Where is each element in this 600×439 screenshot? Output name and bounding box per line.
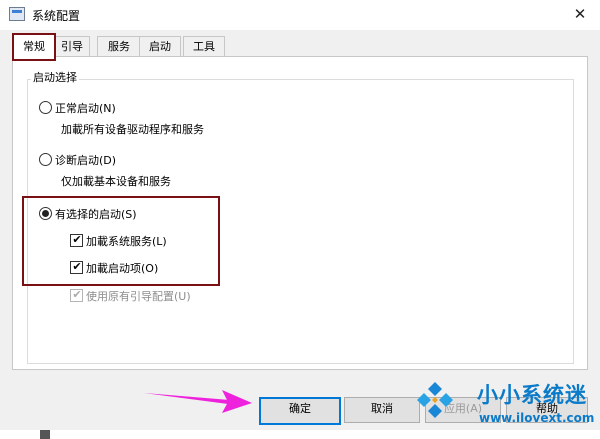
background-fragment [40, 430, 50, 439]
tab-general[interactable]: 常规 [12, 33, 56, 61]
cancel-button[interactable]: 取消 [344, 397, 420, 423]
system-config-window: 系统配置 ✕ 常规 引导 服务 启动 工具 启动选择 正常启动(N) 加載所有设… [0, 0, 600, 439]
diagnostic-startup-desc: 仅加載基本设备和服务 [61, 175, 171, 188]
app-icon [9, 7, 25, 21]
watermark-site-name: 小小系统迷 [477, 383, 587, 407]
background-strip [0, 430, 600, 439]
checkmark-icon: ✔ [72, 288, 82, 301]
close-button[interactable]: ✕ [566, 2, 594, 26]
radio-circle[interactable] [39, 101, 52, 114]
watermark-site-url: www.ilovext.com [479, 411, 595, 425]
window-title: 系统配置 [32, 9, 81, 23]
watermark-logo-icon [417, 382, 453, 418]
tab-services[interactable]: 服务 [97, 36, 141, 57]
radio-circle[interactable] [39, 153, 52, 166]
title-bar: 系统配置 ✕ [0, 0, 600, 30]
selective-startup-highlight-box [22, 196, 220, 286]
tab-tools[interactable]: 工具 [183, 36, 225, 57]
diagnostic-startup-label: 诊断启动(D) [55, 154, 117, 167]
tab-startup[interactable]: 启动 [139, 36, 181, 57]
tab-boot[interactable]: 引导 [54, 36, 90, 57]
checkbox-box-disabled: ✔ [70, 288, 83, 302]
normal-startup-label: 正常启动(N) [55, 102, 116, 115]
pointer-arrow-icon [144, 390, 252, 413]
ok-button[interactable]: 确定 [259, 397, 341, 425]
startup-selection-title: 启动选择 [31, 69, 79, 85]
normal-startup-desc: 加載所有设备驱动程序和服务 [61, 123, 204, 136]
use-original-boot-config-label: 使用原有引导配置(U) [86, 290, 191, 303]
